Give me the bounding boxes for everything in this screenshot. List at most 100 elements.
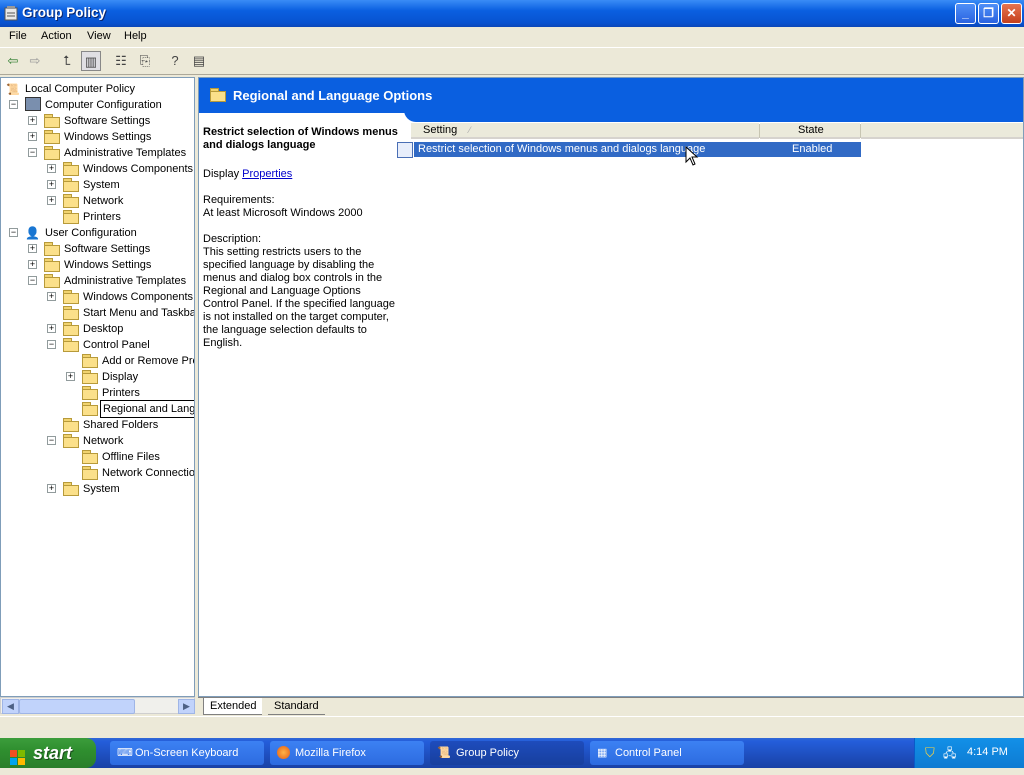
arrow-right-icon: ▶ [183,701,190,711]
tree-horizontal-scrollbar[interactable]: ◀ ▶ [0,697,195,714]
expand-icon[interactable]: + [47,324,56,333]
folder-icon [44,146,60,160]
folder-icon [63,290,79,304]
toolbar: ⇦ ⇨ ⮤ ▥ ☷ ⎘ ? ▤ [0,48,1024,75]
back-button[interactable]: ⇦ [3,51,23,71]
window-title: Group Policy [22,5,107,20]
scroll-thumb[interactable] [19,699,135,714]
column-header-setting[interactable]: Setting ⁄ [411,123,759,139]
title-bar[interactable]: Group Policy _ ❐ ✕ [0,0,1024,27]
computer-icon [25,97,41,111]
description-label: Description: [203,233,262,245]
collapse-icon[interactable]: − [47,340,56,349]
export-list-button[interactable]: ⎘ [135,51,155,71]
clock[interactable]: 4:14 PM [967,746,1008,758]
up-one-level-button[interactable]: ⮤ [57,51,77,71]
properties-link[interactable]: Properties [242,168,292,180]
collapse-icon[interactable]: − [47,436,56,445]
requirements-value: At least Microsoft Windows 2000 [203,207,363,219]
security-shield-icon[interactable]: ⛉ [925,745,935,761]
column-header-state[interactable]: State [760,123,860,139]
menu-action[interactable]: Action [41,30,72,42]
scroll-left-button[interactable]: ◀ [2,699,19,714]
column-header-empty [861,123,1023,139]
setting-state: Enabled [792,143,833,155]
group-policy-icon: 📜 [437,747,451,759]
expand-icon[interactable]: + [28,244,37,253]
folder-icon [44,242,60,256]
expand-icon[interactable]: + [47,164,56,173]
folder-icon [44,258,60,272]
network-icon[interactable]: 🖧 [943,744,956,765]
console-tree[interactable]: 📜 Local Computer Policy − Computer Confi… [0,77,195,697]
help-icon: ? [171,53,179,68]
tab-standard[interactable]: Standard [268,698,325,715]
collapse-icon[interactable]: − [28,276,37,285]
extended-view-banner: Regional and Language Options [199,78,1023,113]
close-button[interactable]: ✕ [1001,3,1022,24]
taskbar-onscreen-keyboard[interactable]: ⌨ On-Screen Keyboard [110,741,264,765]
restore-button[interactable]: ❐ [978,3,999,24]
menu-view[interactable]: View [87,30,111,42]
system-tray: ⛉ 🖧 4:14 PM [914,738,1024,768]
sort-indicator-icon: ⁄ [469,125,471,135]
policy-icon: 📜 [6,84,20,96]
folder-icon [210,88,226,102]
details-pane: Regional and Language Options Restrict s… [198,77,1024,697]
collapse-icon[interactable]: − [9,100,18,109]
keyboard-icon: ⌨ [117,747,133,759]
display-label: Display [203,168,240,180]
banner-curve [404,110,1023,122]
setting-title: Restrict selection of Windows menus and … [203,126,398,151]
expand-icon[interactable]: + [28,116,37,125]
minimize-button[interactable]: _ [955,3,976,24]
taskbar-group-policy[interactable]: 📜 Group Policy [430,741,584,765]
taskbar-mozilla-firefox[interactable]: Mozilla Firefox [270,741,424,765]
expand-icon[interactable]: + [47,484,56,493]
collapse-icon[interactable]: − [9,228,18,237]
forward-button[interactable]: ⇨ [25,51,45,71]
control-panel-icon: ▦ [597,747,608,759]
banner-title: Regional and Language Options [233,88,433,103]
export-icon: ⎘ [139,53,151,68]
console-icon: ▤ [192,53,206,68]
restore-icon: ❐ [983,6,994,20]
menu-file[interactable]: File [9,30,27,42]
menu-help[interactable]: Help [124,30,147,42]
expand-icon[interactable]: + [28,132,37,141]
start-button[interactable]: start [0,738,96,768]
expand-icon[interactable]: + [66,372,75,381]
taskbar-control-panel[interactable]: ▦ Control Panel [590,741,744,765]
help-button[interactable]: ? [165,51,185,71]
forward-arrow-icon: ⇨ [29,53,41,68]
folder-icon [63,482,79,496]
folder-icon [63,162,79,176]
setting-policy-icon [397,142,413,158]
properties-button[interactable]: ☷ [111,51,131,71]
mouse-cursor-icon [685,145,699,169]
view-tabs: Extended Standard [198,697,1024,716]
tree-toggle-icon: ▥ [84,54,98,69]
expand-icon[interactable]: + [28,260,37,269]
expand-icon[interactable]: + [47,180,56,189]
expand-icon[interactable]: + [47,196,56,205]
folder-icon [63,322,79,336]
tab-extended[interactable]: Extended [203,698,263,715]
collapse-icon[interactable]: − [28,148,37,157]
folder-icon [63,306,79,320]
menu-bar: File Action View Help [0,27,1024,48]
windows-logo-icon [10,745,26,765]
folder-icon [82,354,98,368]
close-icon: ✕ [1006,6,1017,20]
scroll-right-button[interactable]: ▶ [178,699,195,714]
setting-row[interactable]: Restrict selection of Windows menus and … [397,142,861,158]
folder-up-icon: ⮤ [63,53,71,68]
folder-icon [44,114,60,128]
console-button[interactable]: ▤ [189,51,209,71]
folder-icon [63,210,79,224]
expand-icon[interactable]: + [47,292,56,301]
status-bar [0,716,1024,737]
setting-name: Restrict selection of Windows menus and … [418,143,706,155]
show-hide-tree-button[interactable]: ▥ [81,51,101,71]
requirements-label: Requirements: [203,194,275,206]
